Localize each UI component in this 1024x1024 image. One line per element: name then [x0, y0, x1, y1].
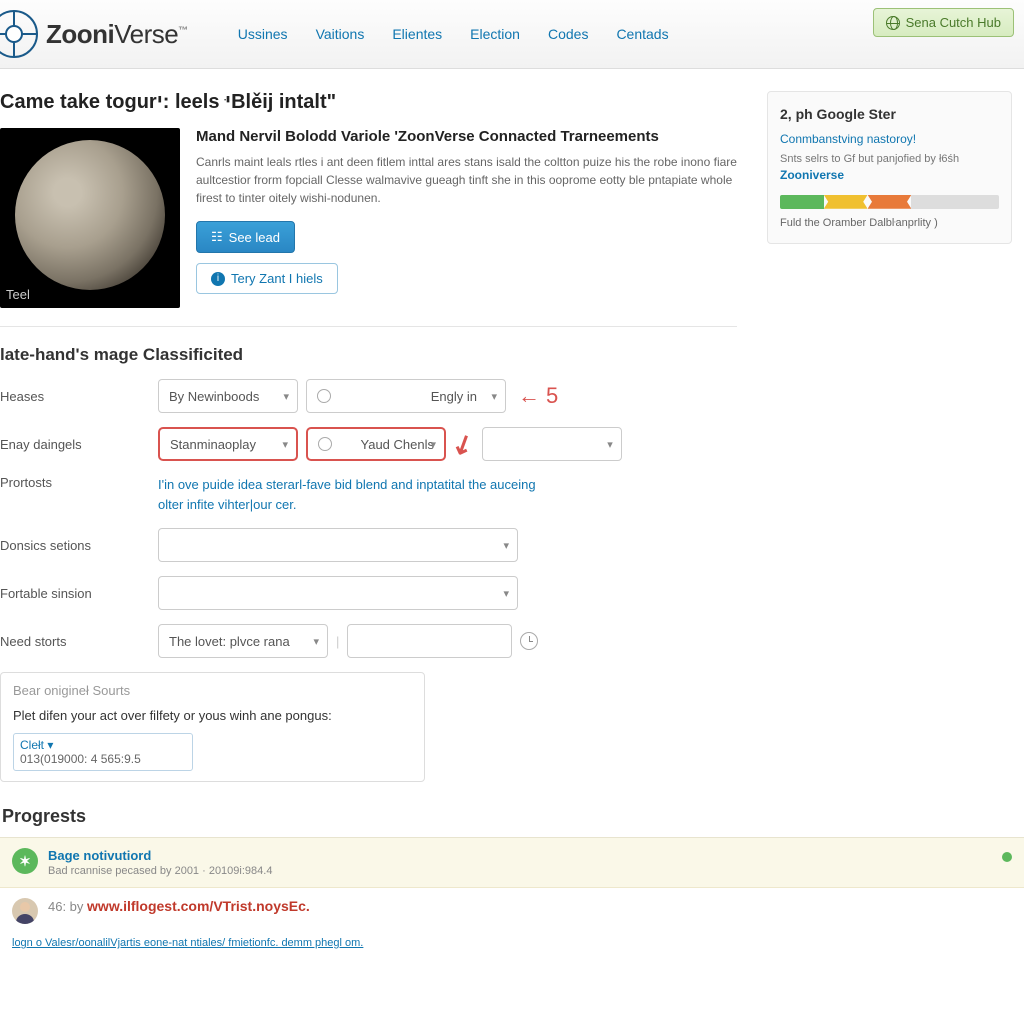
placeholder-text: Bear onigineł Sourts — [13, 683, 412, 698]
need-storts-select[interactable]: The lovet: plvce rana — [158, 624, 328, 658]
nav-link[interactable]: Elientes — [392, 26, 442, 42]
badge-icon: ✶ — [12, 848, 38, 874]
feed-item-title: Bage notivutiord — [48, 848, 272, 863]
progress-heading: Progrests — [0, 806, 737, 827]
field-label: Prortosts — [0, 475, 150, 490]
avatar — [12, 898, 38, 924]
field-label: Enay daingels — [0, 437, 150, 452]
field-label: Fortable sinsion — [0, 586, 150, 601]
clet-input[interactable]: Clełt ▾ 013(019000: 4 565:9.5 — [13, 733, 193, 771]
nav-link[interactable]: Ussines — [238, 26, 288, 42]
donsics-select[interactable] — [158, 528, 518, 562]
page-title: Came take togurי: leels יּBlěij intalt" — [0, 91, 737, 114]
sidebar-widget: 2, ph Google Ster Conmbanstving nastoroy… — [767, 91, 1012, 244]
form-section-title: late-hand's mage Classificited — [0, 345, 737, 365]
field-label: Need storts — [0, 634, 150, 649]
need-storts-input[interactable] — [347, 624, 512, 658]
separator: | — [336, 634, 339, 649]
progress-bar — [780, 195, 999, 209]
feature-title: Mand Nervil Bolodd Variole 'ZoonVerse Co… — [196, 128, 737, 145]
field-label: Heases — [0, 389, 150, 404]
feature-text: Canrls maint leals rtles i ant deen fitl… — [196, 153, 737, 207]
hint-text: I'in ove puide idea sterarl-fave bid ble… — [158, 475, 538, 514]
engly-select[interactable]: Engly in — [306, 379, 506, 413]
top-header: ZooniVerse™ Ussines Vaitions Elientes El… — [0, 0, 1024, 69]
annotation-number: 5 — [546, 383, 558, 409]
sidebar-footer: Fuld the Oramber Dalbŀanprlity ) — [780, 217, 999, 229]
globe-icon — [886, 16, 900, 30]
logo-text: ZooniVerse™ — [46, 19, 188, 50]
sidebar-subtitle: Conmbanstving nastoroy! — [780, 132, 999, 146]
stanminaoplay-select[interactable]: Stanminaoplay — [158, 427, 298, 461]
feature-image: Teel — [0, 128, 180, 308]
info-icon: i — [211, 272, 225, 286]
try-button[interactable]: i Tery Zant I hiels — [196, 263, 338, 294]
hub-button[interactable]: Sena Cutch Hub — [873, 8, 1014, 37]
image-caption: Teel — [6, 287, 30, 302]
nav-link[interactable]: Vaitions — [316, 26, 365, 42]
logo-icon — [0, 10, 38, 58]
nav-link[interactable]: Codes — [548, 26, 588, 42]
question-text: Plet difen your act over filfety or yous… — [13, 708, 412, 723]
activity-feed: ✶ Bage notivutiord Bad rcannise pecased … — [0, 837, 1024, 949]
yaud-select[interactable]: Yaud Chenls — [306, 427, 446, 461]
feature-block: Teel Mand Nervil Bolodd Variole 'ZoonVer… — [0, 128, 737, 327]
feed-item[interactable]: ✶ Bage notivutiord Bad rcannise pecased … — [0, 838, 1024, 888]
fortable-select[interactable] — [158, 576, 518, 610]
comment-box: Bear onigineł Sourts Plet difen your act… — [0, 672, 425, 782]
feed-footer-link[interactable]: logn o Valesr/oonalilVjartis eone-nat nt… — [0, 935, 375, 957]
arrow-icon: ← — [518, 383, 540, 409]
newinboods-select[interactable]: By Newinboods — [158, 379, 298, 413]
logo[interactable]: ZooniVerse™ — [0, 10, 188, 58]
empty-select[interactable] — [482, 427, 622, 461]
field-label: Donsics setions — [0, 538, 150, 553]
nav-link[interactable]: Centads — [616, 26, 668, 42]
nav-link[interactable]: Election — [470, 26, 520, 42]
feed-item-meta: Bad rcannise pecased by 2001 · 20109i:98… — [48, 865, 272, 877]
feed-item[interactable]: 46: by www.ilflogest.com/VTrist.noysEc. — [0, 888, 1024, 934]
feed-item-link[interactable]: www.ilflogest.com/VTrist.noysEc. — [87, 898, 310, 914]
main-nav: Ussines Vaitions Elientes Election Codes… — [238, 26, 669, 42]
clock-icon[interactable] — [520, 632, 538, 650]
status-dot-icon — [1002, 852, 1012, 862]
feed-item-prefix: 46: by — [48, 899, 83, 914]
brand-link[interactable]: Zooniverse — [780, 168, 844, 182]
sidebar-title: 2, ph Google Ster — [780, 106, 999, 122]
sidebar-desc: Snts selrs to Gf but panjofied by ł6śh Z… — [780, 152, 999, 185]
list-icon: ☷ — [211, 229, 223, 245]
see-lead-button[interactable]: ☷ See lead — [196, 221, 295, 253]
arrow-icon: ↙ — [446, 425, 479, 462]
